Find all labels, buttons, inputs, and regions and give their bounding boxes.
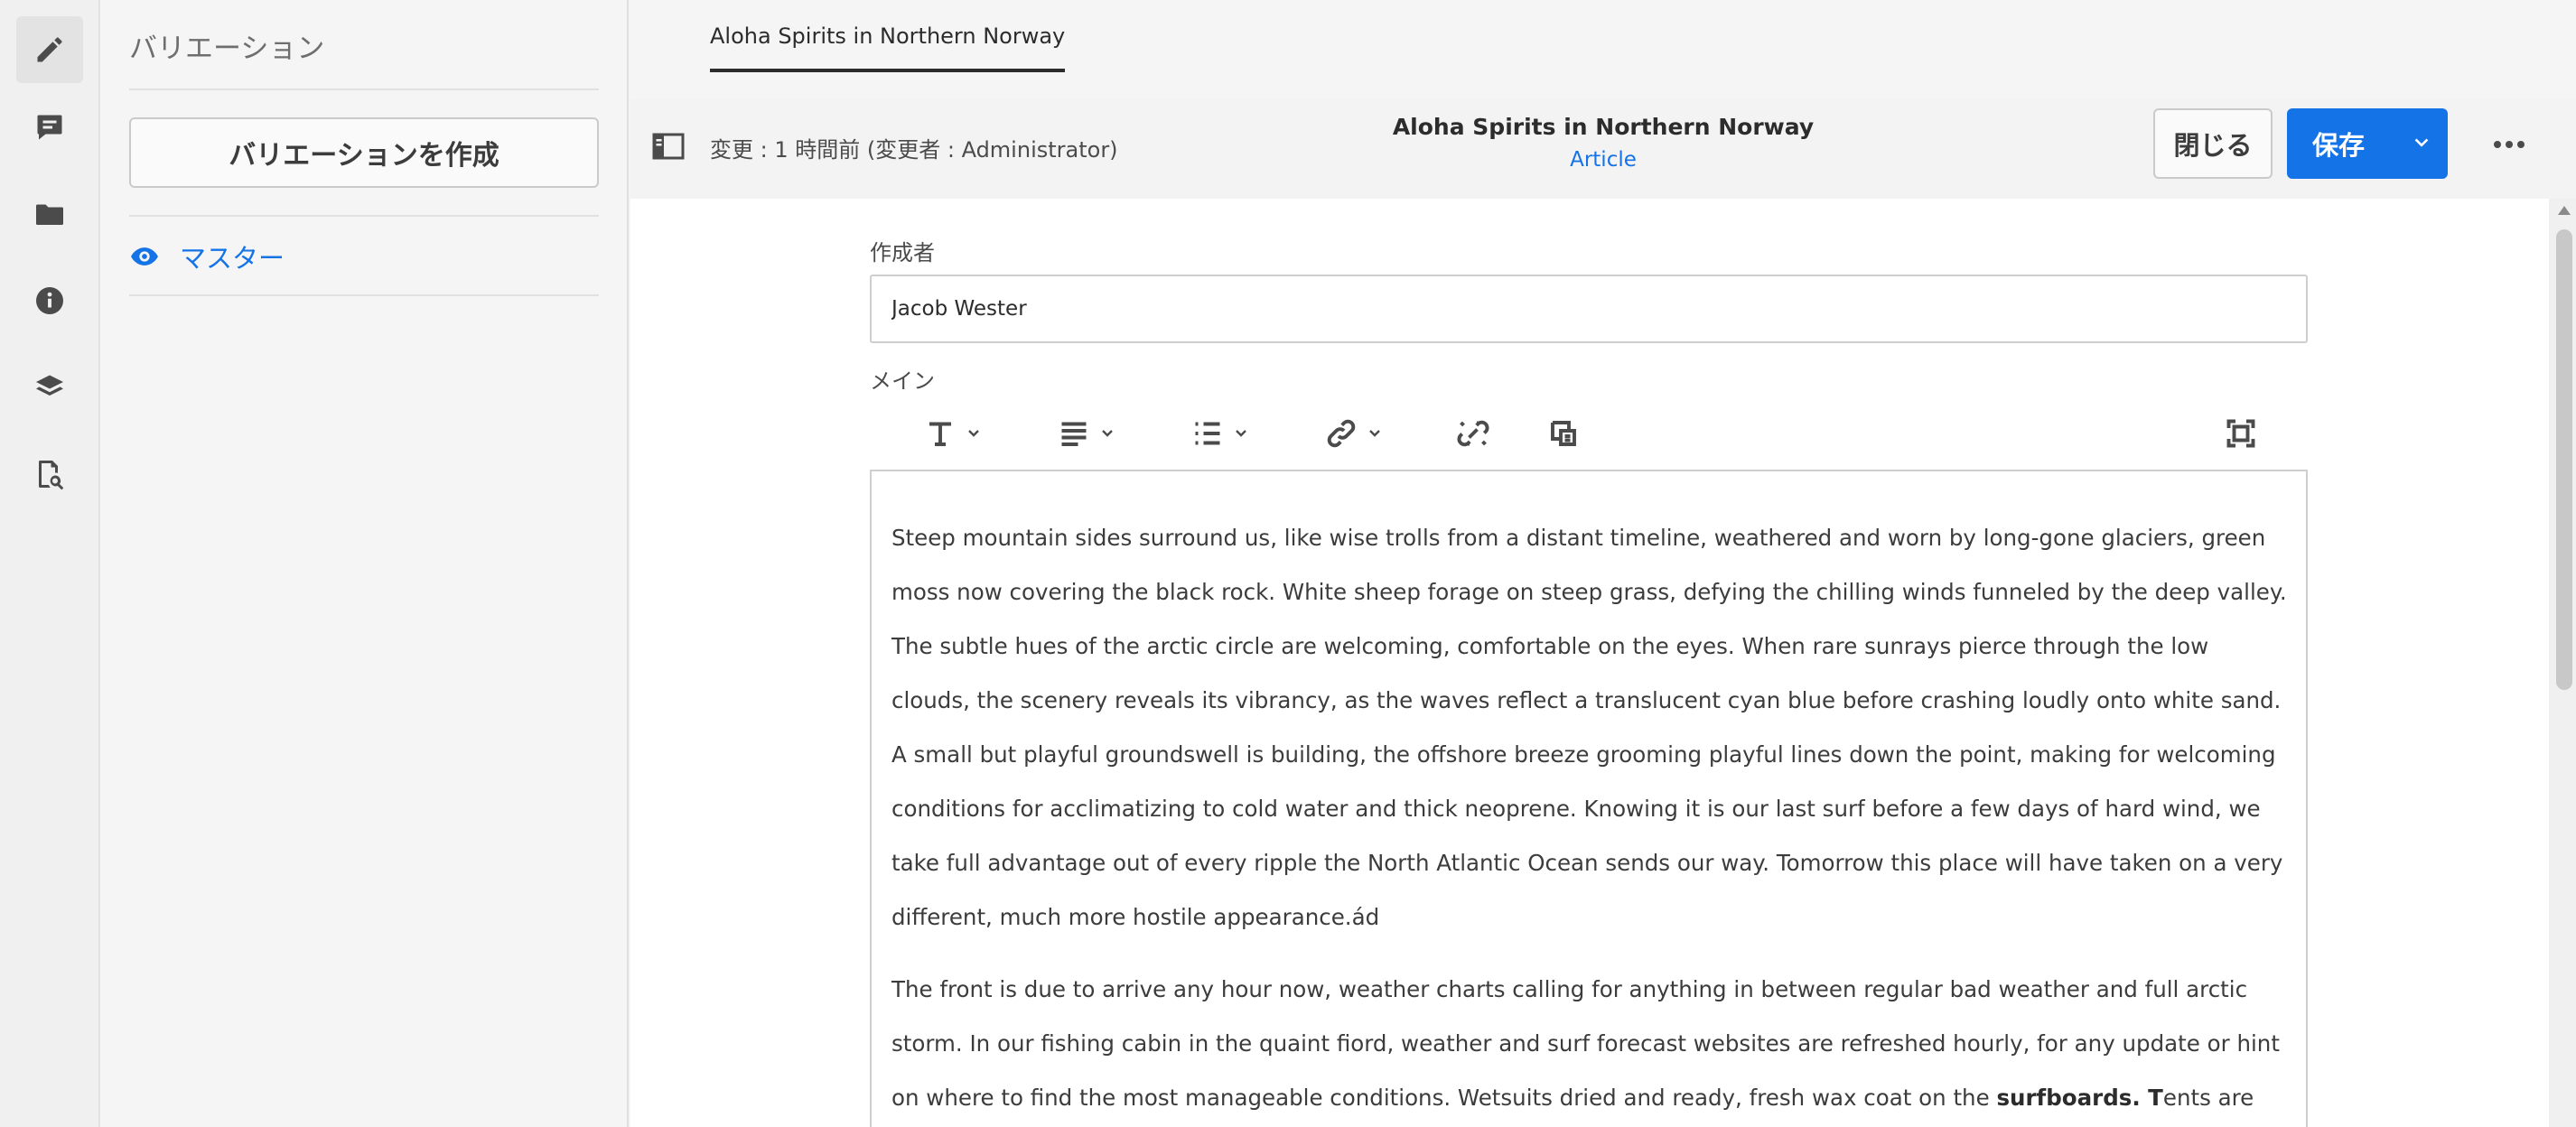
- scrollbar[interactable]: [2549, 199, 2576, 1127]
- editor-area: 作成者 メイン Steep mountain sides surr: [630, 199, 2549, 1127]
- scroll-up-arrow-icon[interactable]: [2558, 206, 2571, 215]
- divider: [129, 88, 599, 90]
- fullscreen-icon: [2226, 419, 2255, 448]
- list-icon: [1195, 422, 1220, 445]
- paste-icon: [1551, 421, 1576, 446]
- save-button[interactable]: 保存: [2287, 108, 2448, 179]
- model-link[interactable]: Article: [630, 148, 2576, 172]
- variations-panel: バリエーション バリエーションを作成 マスター: [100, 0, 629, 1127]
- save-label: 保存: [2312, 130, 2366, 161]
- tab-bar: Aloha Spirits in Northern Norway: [630, 0, 2576, 99]
- action-bar: 変更 : 1 時間前 (変更者 : Administrator) Aloha S…: [630, 99, 2576, 199]
- bold-text: surfboards. T: [1996, 1085, 2163, 1111]
- divider: [129, 294, 599, 296]
- unlink-icon: [1457, 420, 1489, 447]
- comment-icon[interactable]: [16, 94, 83, 161]
- edit-icon[interactable]: [16, 16, 83, 83]
- info-icon[interactable]: [16, 267, 83, 334]
- layers-icon[interactable]: [16, 354, 83, 421]
- left-rail: [0, 0, 100, 1127]
- chevron-down-icon: [1236, 430, 1246, 437]
- folder-icon[interactable]: [16, 181, 83, 247]
- align-button[interactable]: [1058, 414, 1114, 453]
- scroll-thumb[interactable]: [2556, 229, 2572, 690]
- fullscreen-button[interactable]: [2225, 414, 2257, 453]
- paragraph: Steep mountain sides surround us, like w…: [891, 525, 2287, 930]
- eye-icon: [131, 247, 158, 265]
- divider: [129, 215, 599, 217]
- author-label: 作成者: [870, 240, 935, 265]
- list-button[interactable]: [1191, 414, 1247, 453]
- chevron-down-icon: [1102, 430, 1113, 437]
- main-label: メイン: [870, 368, 935, 394]
- link-button[interactable]: [1325, 414, 1381, 453]
- rich-text-editor[interactable]: Steep mountain sides surround us, like w…: [870, 470, 2308, 1127]
- chevron-down-icon: [1369, 430, 1380, 437]
- paste-button[interactable]: [1547, 414, 1580, 453]
- unlink-button[interactable]: [1457, 414, 1489, 453]
- rich-text-toolbar: [870, 405, 2308, 462]
- author-field[interactable]: [870, 275, 2308, 343]
- search-doc-icon[interactable]: [16, 441, 83, 508]
- create-variation-button[interactable]: バリエーションを作成: [129, 117, 599, 188]
- paragraph: The front is due to arrive any hour now,…: [891, 963, 2288, 1125]
- more-icon[interactable]: [2482, 128, 2536, 161]
- variation-item-label: マスター: [180, 243, 285, 274]
- text-format-button[interactable]: [924, 414, 980, 453]
- variations-title: バリエーション: [129, 33, 325, 65]
- variation-item-master[interactable]: マスター: [129, 237, 285, 276]
- close-button[interactable]: 閉じる: [2153, 108, 2273, 179]
- text-format-icon: [929, 422, 951, 446]
- tab-document[interactable]: Aloha Spirits in Northern Norway: [710, 23, 1066, 72]
- link-icon: [1327, 419, 1356, 448]
- paragraph-text: ents are: [2162, 1085, 2254, 1111]
- chevron-down-icon[interactable]: [2395, 134, 2448, 154]
- align-icon: [1061, 422, 1087, 446]
- chevron-down-icon: [968, 430, 979, 437]
